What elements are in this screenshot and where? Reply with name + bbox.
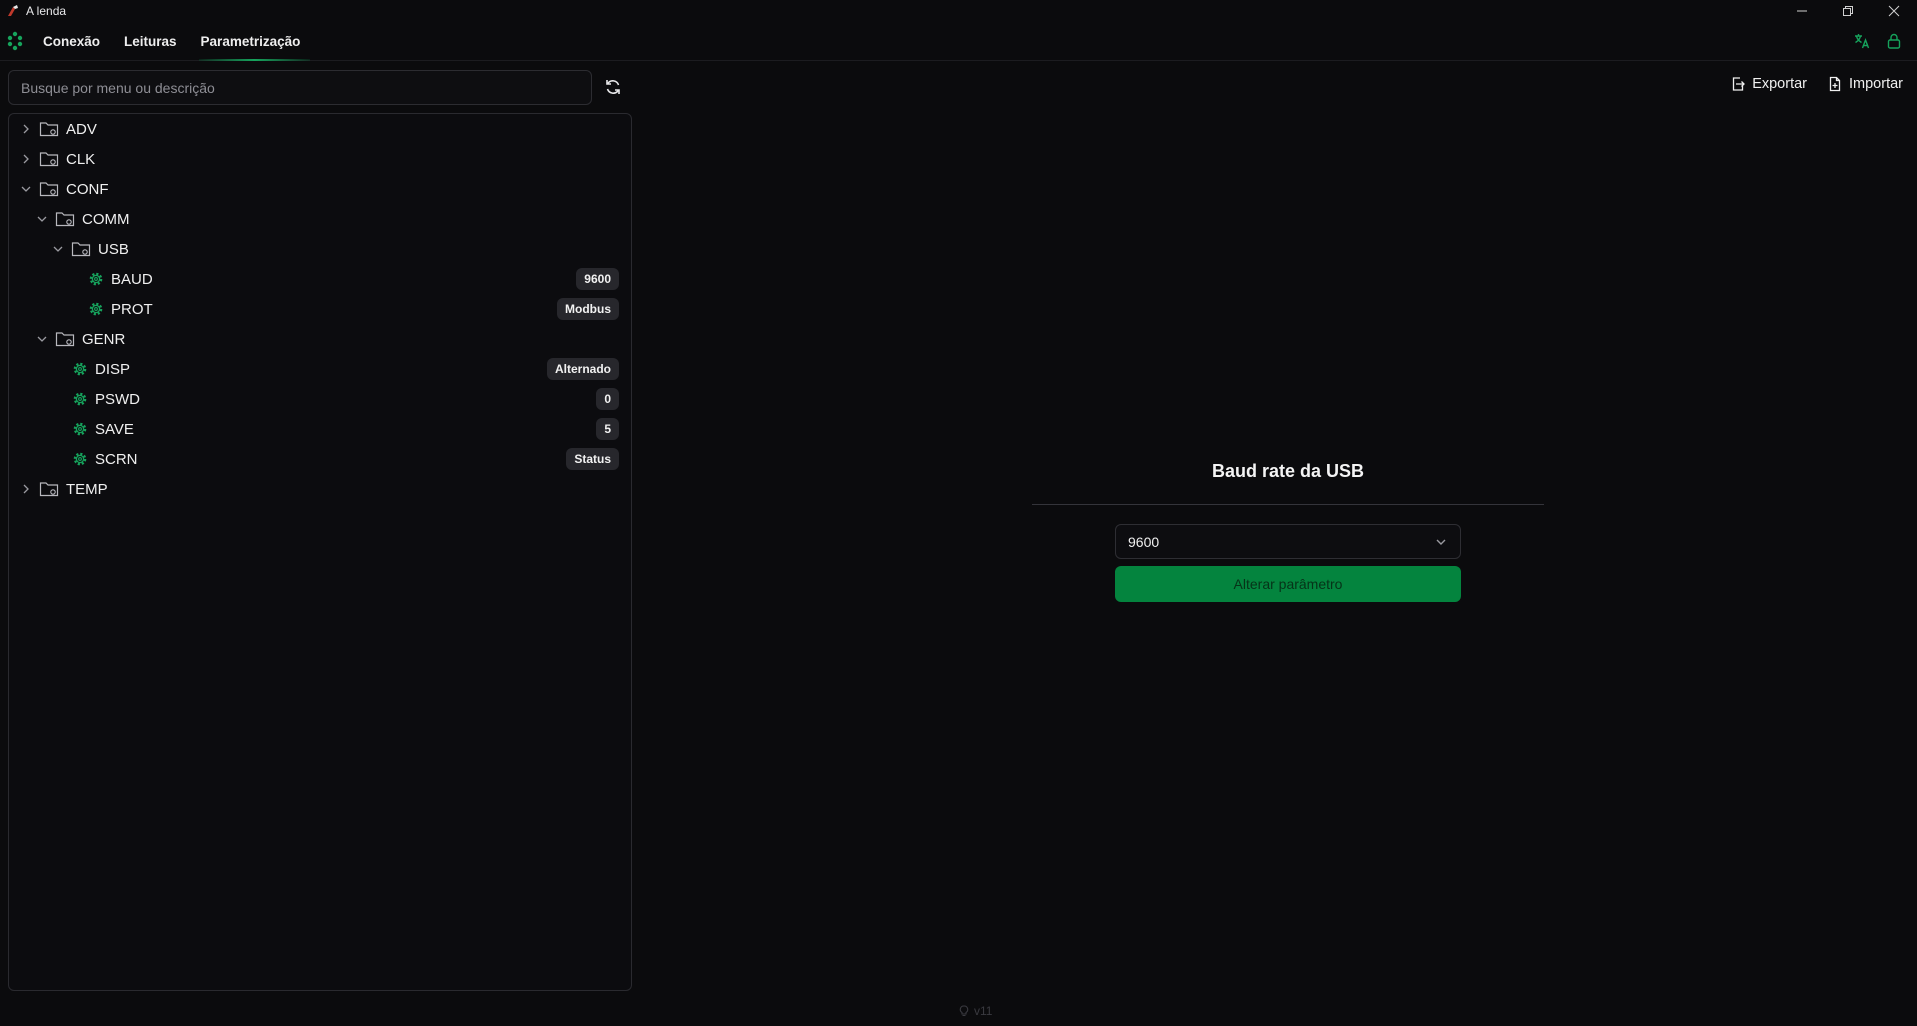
tree-item-prot[interactable]: PROT Modbus <box>9 294 631 324</box>
tree-item-label: SCRN <box>95 450 138 468</box>
close-icon <box>1888 5 1900 17</box>
apply-parameter-button[interactable]: Alterar parâmetro <box>1115 566 1461 602</box>
folder-settings-icon <box>71 242 91 257</box>
value-badge: 5 <box>596 418 619 440</box>
chevron-down-icon[interactable] <box>51 242 65 256</box>
navigation-bar: Conexão Leituras Parametrização <box>0 22 1917 61</box>
gear-icon <box>89 302 103 316</box>
tree-item-label: GENR <box>82 330 126 348</box>
value-badge: 0 <box>596 388 619 410</box>
tab-conexao[interactable]: Conexão <box>43 22 100 61</box>
tree-item-label: ADV <box>66 120 97 138</box>
export-icon <box>1733 77 1746 91</box>
export-button[interactable]: Exportar <box>1730 76 1807 92</box>
value-badge: Modbus <box>557 298 619 320</box>
version-indicator: v11 <box>958 1004 992 1018</box>
value-badge: 9600 <box>576 268 619 290</box>
version-label: v11 <box>974 1004 993 1018</box>
refresh-icon[interactable] <box>604 78 622 96</box>
minimize-icon <box>1797 10 1807 12</box>
value-select[interactable]: 9600 <box>1115 524 1461 559</box>
folder-settings-icon <box>55 332 75 347</box>
tab-parametrizacao[interactable]: Parametrização <box>198 22 311 61</box>
restore-button[interactable] <box>1825 0 1871 22</box>
tree-item-conf[interactable]: CONF <box>9 174 631 204</box>
window-title: A lenda <box>26 4 67 18</box>
chevron-down-icon <box>1436 539 1446 545</box>
tree-item-save[interactable]: SAVE 5 <box>9 414 631 444</box>
tree-item-adv[interactable]: ADV <box>9 114 631 144</box>
tree-item-genr[interactable]: GENR <box>9 324 631 354</box>
tree-item-label: PSWD <box>95 390 140 408</box>
tree-item-scrn[interactable]: SCRN Status <box>9 444 631 474</box>
tree-item-pswd[interactable]: PSWD 0 <box>9 384 631 414</box>
import-icon <box>1829 76 1841 92</box>
file-toolbar: Exportar Importar <box>1730 76 1903 92</box>
tree-item-label: DISP <box>95 360 131 378</box>
tree-item-temp[interactable]: TEMP <box>9 474 631 504</box>
gear-icon <box>73 392 87 406</box>
tree-item-label: CONF <box>66 180 109 198</box>
chevron-right-icon[interactable] <box>19 482 33 496</box>
logo-icon <box>7 31 23 51</box>
gear-icon <box>73 362 87 376</box>
folder-settings-icon <box>39 122 59 137</box>
tree-item-label: USB <box>98 240 129 258</box>
nav-actions <box>1853 32 1903 50</box>
value-badge: Status <box>566 448 619 470</box>
folder-settings-icon <box>39 482 59 497</box>
tab-leituras[interactable]: Leituras <box>124 22 177 61</box>
parameter-title: Baud rate da USB <box>1211 461 1365 481</box>
chevron-down-icon[interactable] <box>35 332 49 346</box>
folder-settings-icon <box>39 182 59 197</box>
tree-item-label: TEMP <box>66 480 108 498</box>
title-bar: A lenda <box>0 0 1917 22</box>
lightbulb-icon <box>959 1005 969 1017</box>
gear-icon <box>89 272 103 286</box>
tree-item-label: SAVE <box>95 420 134 438</box>
app-icon <box>8 5 18 16</box>
restore-icon <box>1843 6 1853 16</box>
tree-item-usb[interactable]: USB <box>9 234 631 264</box>
import-label: Importar <box>1849 76 1903 92</box>
tree-item-label: CLK <box>66 150 96 168</box>
chevron-down-icon[interactable] <box>19 182 33 196</box>
close-button[interactable] <box>1871 0 1917 22</box>
window-controls <box>1779 0 1917 22</box>
tree-item-label: BAUD <box>111 270 153 288</box>
search-input[interactable] <box>8 70 592 105</box>
gear-icon <box>73 452 87 466</box>
tree-item-disp[interactable]: DISP Alternado <box>9 354 631 384</box>
import-button[interactable]: Importar <box>1827 76 1903 92</box>
tree-item-baud[interactable]: BAUD 9600 <box>9 264 631 294</box>
parameter-tree: ADV CLK CONF COMM USB BAUD 9600 PROT Modbus GENR D… <box>8 113 632 991</box>
tree-item-label: COMM <box>82 210 130 228</box>
value-badge: Alternado <box>546 358 619 380</box>
translate-icon[interactable] <box>1853 32 1871 50</box>
chevron-down-icon[interactable] <box>35 212 49 226</box>
tree-item-clk[interactable]: CLK <box>9 144 631 174</box>
select-value: 9600 <box>1128 533 1160 550</box>
tree-item-label: PROT <box>111 300 153 318</box>
folder-settings-icon <box>55 212 75 227</box>
gear-icon <box>73 422 87 436</box>
minimize-button[interactable] <box>1779 0 1825 22</box>
divider <box>1032 504 1544 505</box>
lock-icon[interactable] <box>1885 32 1903 50</box>
chevron-right-icon[interactable] <box>19 122 33 136</box>
export-label: Exportar <box>1752 76 1807 92</box>
tree-item-comm[interactable]: COMM <box>9 204 631 234</box>
chevron-right-icon[interactable] <box>19 152 33 166</box>
folder-settings-icon <box>39 152 59 167</box>
